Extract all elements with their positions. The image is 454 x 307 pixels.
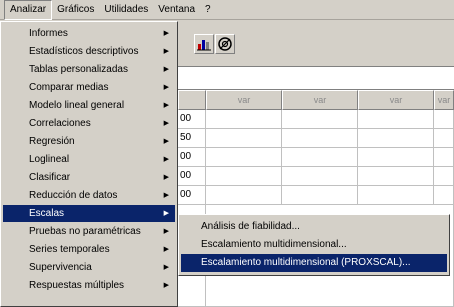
submenu-arrow-icon: ▶ — [163, 264, 169, 271]
menu-item-no-parametricas[interactable]: Pruebas no paramétricas ▶ — [3, 223, 175, 240]
menu-item-informes[interactable]: Informes ▶ — [3, 25, 175, 42]
grid-cell[interactable]: 00 — [178, 186, 206, 205]
grid-cell[interactable] — [358, 110, 434, 129]
menu-item-modelo[interactable]: Modelo lineal general ▶ — [3, 97, 175, 114]
grid-cell[interactable] — [282, 110, 358, 129]
grid-cell[interactable] — [282, 167, 358, 186]
menu-item-label: Regresión — [29, 136, 75, 147]
grid-cell[interactable] — [434, 186, 454, 205]
submenu-arrow-icon: ▶ — [163, 138, 169, 145]
submenu-arrow-icon: ▶ — [163, 174, 169, 181]
column-header[interactable]: var — [206, 90, 282, 110]
menu-bar: Analizar Gráficos Utilidades Ventana ? — [0, 0, 454, 20]
submenu-item-proxscal[interactable]: Escalamiento multidimensional (PROXSCAL)… — [181, 254, 447, 272]
grid-cell[interactable] — [206, 110, 282, 129]
analizar-menu: Informes ▶ Estadísticos descriptivos ▶ Tab… — [0, 21, 178, 307]
menu-item-label: Pruebas no paramétricas — [29, 226, 141, 237]
menu-item-escalas[interactable]: Escalas ▶ — [3, 205, 175, 222]
menu-item-label: Series temporales — [29, 244, 110, 255]
menu-item-correlaciones[interactable]: Correlaciones ▶ — [3, 115, 175, 132]
menu-item-label: Informes — [29, 28, 68, 39]
menu-item-reduccion[interactable]: Reducción de datos ▶ — [3, 187, 175, 204]
column-header[interactable] — [178, 90, 206, 110]
grid-cell[interactable] — [206, 186, 282, 205]
submenu-arrow-icon: ▶ — [163, 120, 169, 127]
menu-item-label: Tablas personalizadas — [29, 64, 128, 75]
menu-item-label: Comparar medias — [29, 82, 109, 93]
grid-cell[interactable]: 00 — [178, 148, 206, 167]
grid-cell[interactable] — [358, 167, 434, 186]
menu-item-loglineal[interactable]: Loglineal ▶ — [3, 151, 175, 168]
menu-ventana[interactable]: Ventana — [153, 0, 200, 20]
grid-cell[interactable] — [282, 186, 358, 205]
menu-graficos[interactable]: Gráficos — [52, 0, 99, 20]
menu-item-label: Modelo lineal general — [29, 100, 125, 111]
grid-cell[interactable] — [206, 167, 282, 186]
grid-cell[interactable] — [358, 129, 434, 148]
column-header[interactable]: var — [282, 90, 358, 110]
target-button[interactable] — [215, 34, 235, 54]
escalas-submenu: Análisis de fiabilidad... Escalamiento m… — [178, 214, 450, 276]
menu-item-label: Estadísticos descriptivos — [29, 46, 139, 57]
submenu-arrow-icon: ▶ — [163, 210, 169, 217]
chart-icon — [197, 40, 211, 51]
menu-item-label: Reducción de datos — [29, 190, 118, 201]
grid-cell[interactable] — [434, 110, 454, 129]
menu-item-estadisticos[interactable]: Estadísticos descriptivos ▶ — [3, 43, 175, 60]
submenu-arrow-icon: ▶ — [163, 84, 169, 91]
submenu-item-fiabilidad[interactable]: Análisis de fiabilidad... — [181, 218, 447, 236]
menu-item-label: Escalas — [29, 208, 65, 219]
menu-item-tablas[interactable]: Tablas personalizadas ▶ — [3, 61, 175, 78]
menu-analizar[interactable]: Analizar — [4, 0, 53, 20]
submenu-arrow-icon: ▶ — [163, 282, 169, 289]
menu-item-supervivencia[interactable]: Supervivencia ▶ — [3, 259, 175, 276]
submenu-arrow-icon: ▶ — [163, 48, 169, 55]
menu-help[interactable]: ? — [200, 0, 216, 20]
submenu-arrow-icon: ▶ — [163, 228, 169, 235]
menu-item-label: Loglineal — [29, 154, 70, 165]
submenu-arrow-icon: ▶ — [163, 192, 169, 199]
grid-cell[interactable] — [282, 129, 358, 148]
menu-item-label: Respuestas múltiples — [29, 280, 125, 291]
menu-item-regresion[interactable]: Regresión ▶ — [3, 133, 175, 150]
menu-item-series[interactable]: Series temporales ▶ — [3, 241, 175, 258]
menu-item-label: Clasificar — [29, 172, 71, 183]
grid-cell[interactable] — [206, 148, 282, 167]
chart-button[interactable] — [194, 34, 214, 54]
grid-cell[interactable] — [358, 148, 434, 167]
menu-item-clasificar[interactable]: Clasificar ▶ — [3, 169, 175, 186]
grid-cell[interactable] — [434, 129, 454, 148]
menu-item-label: Correlaciones — [29, 118, 91, 129]
column-header[interactable]: var — [434, 90, 454, 110]
submenu-item-escalamiento[interactable]: Escalamiento multidimensional... — [181, 236, 447, 254]
column-header[interactable]: var — [358, 90, 434, 110]
submenu-arrow-icon: ▶ — [163, 102, 169, 109]
grid-cell[interactable] — [434, 148, 454, 167]
cell-editor[interactable] — [178, 67, 454, 90]
menu-item-respuestas[interactable]: Respuestas múltiples ▶ — [3, 277, 175, 294]
submenu-arrow-icon: ▶ — [163, 246, 169, 253]
menu-utilidades[interactable]: Utilidades — [99, 0, 153, 20]
submenu-arrow-icon: ▶ — [163, 66, 169, 73]
grid-cell[interactable] — [206, 129, 282, 148]
menu-item-label: Supervivencia — [29, 262, 92, 273]
grid-cell[interactable] — [282, 148, 358, 167]
menu-item-comparar[interactable]: Comparar medias ▶ — [3, 79, 175, 96]
grid-cell[interactable]: 00 — [178, 110, 206, 129]
target-icon — [218, 37, 232, 51]
grid-cell[interactable]: 50 — [178, 129, 206, 148]
grid-cell[interactable]: 00 — [178, 167, 206, 186]
grid-cell[interactable] — [434, 167, 454, 186]
submenu-arrow-icon: ▶ — [163, 156, 169, 163]
grid-cell[interactable] — [358, 186, 434, 205]
submenu-arrow-icon: ▶ — [163, 30, 169, 37]
